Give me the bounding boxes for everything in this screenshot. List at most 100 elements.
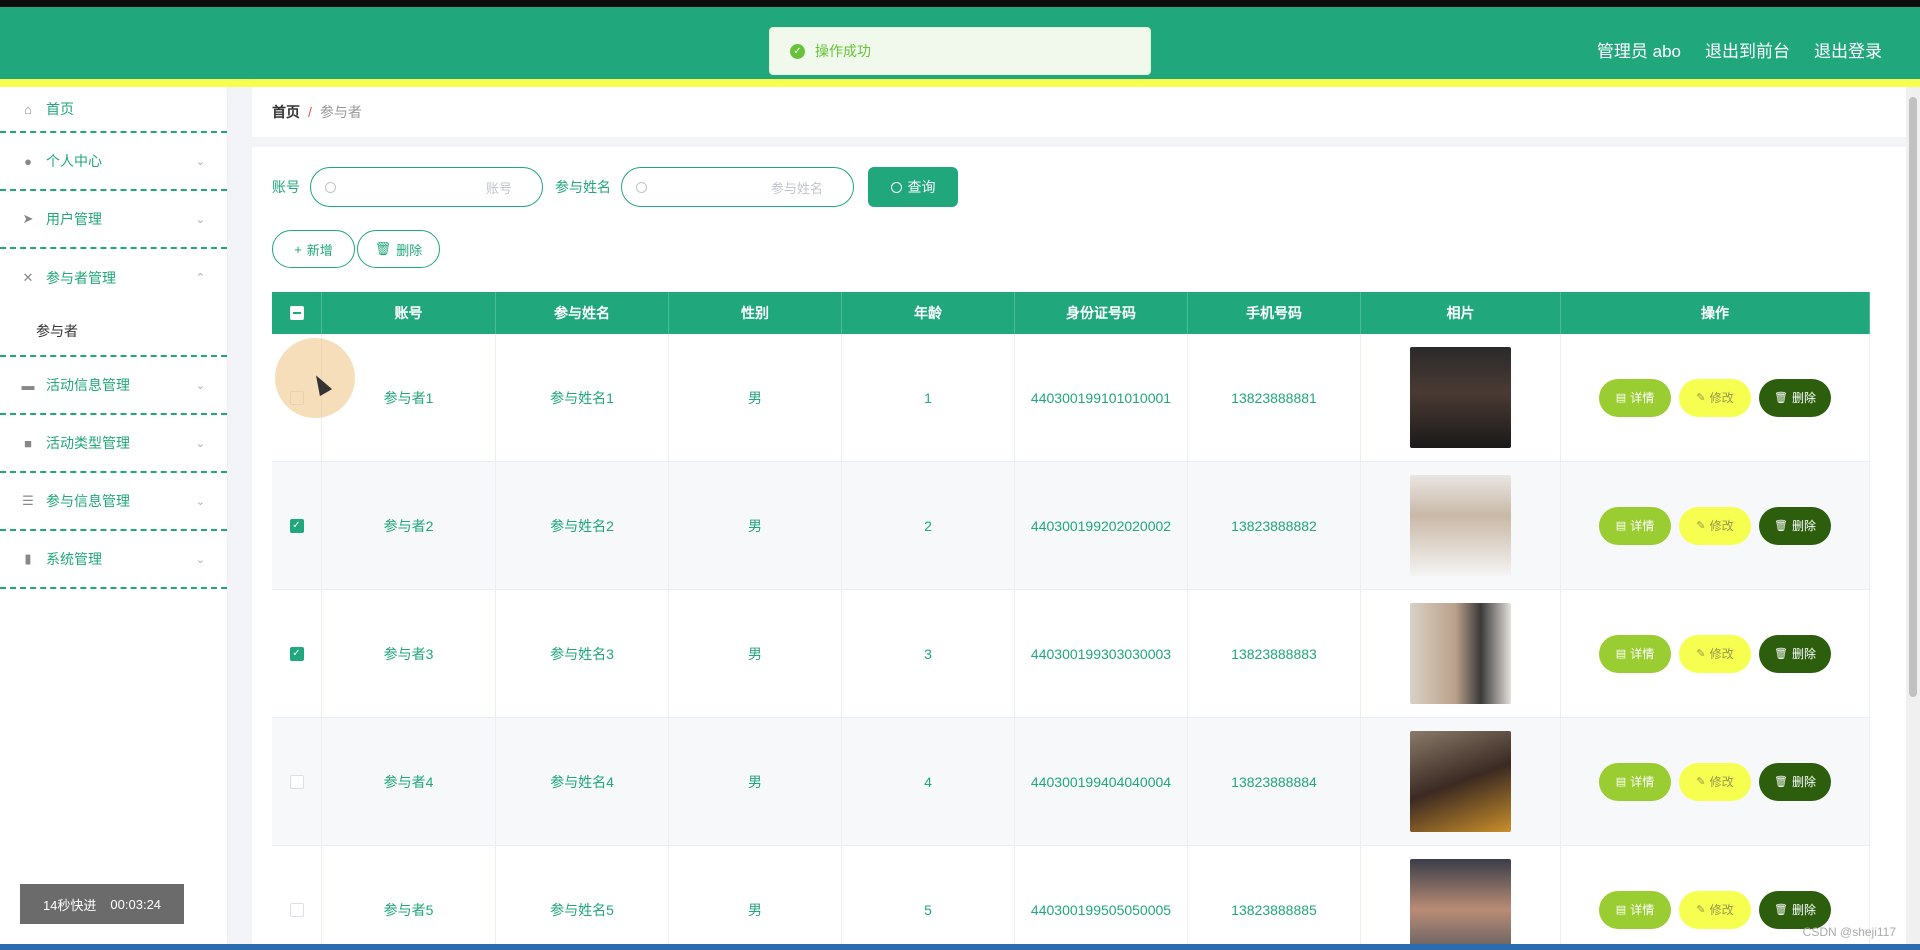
table-row: 参与者5 参与姓名5 男 5 440300199505050005 138238… <box>272 846 1870 950</box>
back-to-front-link[interactable]: 退出到前台 <box>1705 37 1790 62</box>
logout-link[interactable]: 退出登录 <box>1814 37 1882 62</box>
row-actions: ▤ 详情 ✎ 修改 🗑 删除 <box>1599 890 1831 929</box>
sidebar-subitem-label: 参与者 <box>36 323 78 339</box>
cell-gender: 男 <box>669 718 842 845</box>
fastforward-label: 14秒快进 <box>42 897 97 913</box>
row-checkbox[interactable]: ✓ <box>289 518 304 533</box>
video-time: 00:03:24 <box>110 896 162 912</box>
sidebar-item-home[interactable]: ⌂ 首页 <box>0 87 227 133</box>
participant-photo[interactable] <box>1410 475 1511 576</box>
participant-photo[interactable] <box>1410 731 1511 832</box>
cell-idcard: 440300199101010001 <box>1015 334 1188 461</box>
query-button-label: 查询 <box>907 179 936 195</box>
col-header-phone[interactable]: 手机号码 <box>1188 292 1361 334</box>
col-header-name[interactable]: 参与姓名 <box>496 292 669 334</box>
cell-gender: 男 <box>669 462 842 589</box>
watermark: CSDN @sheji117 <box>1802 925 1896 939</box>
participant-photo[interactable] <box>1410 347 1511 448</box>
sidebar-item-activity-type[interactable]: ■ 活动类型管理 ⌄ <box>0 415 227 473</box>
action-row: + 新增 🗑 删除 <box>272 230 440 268</box>
sidebar-subitem-participant[interactable]: 参与者 <box>0 307 227 357</box>
name-search-input[interactable]: 参与姓名 <box>621 167 854 207</box>
trash-icon: 🗑 <box>1774 776 1788 788</box>
detail-label: 详情 <box>1630 903 1655 917</box>
sidebar-item-participants[interactable]: ✕ 参与者管理 ⌃ <box>0 249 227 307</box>
chevron-down-icon: ⌄ <box>195 156 205 168</box>
search-icon <box>890 181 902 193</box>
participant-photo[interactable] <box>1410 859 1511 950</box>
batch-delete-button[interactable]: 🗑 删除 <box>357 230 440 268</box>
chart-icon: ▮ <box>24 551 32 566</box>
detail-button[interactable]: ▤ 详情 <box>1599 506 1671 545</box>
sidebar-item-personal[interactable]: ● 个人中心 ⌄ <box>0 133 227 191</box>
delete-button[interactable]: 🗑 删除 <box>1759 890 1831 929</box>
edit-button[interactable]: ✎ 修改 <box>1679 890 1751 929</box>
sidebar-item-users[interactable]: ➤ 用户管理 ⌄ <box>0 191 227 249</box>
document-icon: ▤ <box>1615 904 1627 916</box>
edit-button[interactable]: ✎ 修改 <box>1679 762 1751 801</box>
row-actions: ▤ 详情 ✎ 修改 🗑 删除 <box>1599 762 1831 801</box>
cell-name: 参与姓名5 <box>496 846 669 950</box>
plus-icon: + <box>294 241 302 257</box>
col-header-gender[interactable]: 性别 <box>669 292 842 334</box>
row-checkbox[interactable]: ✓ <box>289 646 304 661</box>
detail-label: 详情 <box>1630 647 1655 661</box>
table-row: ✓ 参与者3 参与姓名3 男 3 440300199303030003 1382… <box>272 590 1870 718</box>
detail-button[interactable]: ▤ 详情 <box>1599 890 1671 929</box>
edit-button[interactable]: ✎ 修改 <box>1679 634 1751 673</box>
sidebar-item-label: 系统管理 <box>46 551 102 567</box>
col-header-idcard[interactable]: 身份证号码 <box>1015 292 1188 334</box>
delete-button[interactable]: 🗑 删除 <box>1759 378 1831 417</box>
row-select-cell: ✓ <box>272 590 322 717</box>
row-checkbox[interactable] <box>289 902 304 917</box>
search-row: 账号 账号 参与姓名 参与姓名 查询 <box>272 167 958 207</box>
delete-button[interactable]: 🗑 删除 <box>1759 762 1831 801</box>
cell-gender: 男 <box>669 334 842 461</box>
scrollbar-thumb[interactable] <box>1909 97 1917 697</box>
delete-button[interactable]: 🗑 删除 <box>1759 506 1831 545</box>
breadcrumb-home[interactable]: 首页 <box>272 102 300 122</box>
detail-button[interactable]: ▤ 详情 <box>1599 378 1671 417</box>
edit-button[interactable]: ✎ 修改 <box>1679 378 1751 417</box>
success-check-icon: ✓ <box>790 43 805 59</box>
col-header-age[interactable]: 年龄 <box>842 292 1015 334</box>
account-search-input[interactable]: 账号 <box>310 167 543 207</box>
edit-label: 修改 <box>1709 391 1734 405</box>
table-row: ✓ 参与者2 参与姓名2 男 2 440300199202020002 1382… <box>272 462 1870 590</box>
edit-button[interactable]: ✎ 修改 <box>1679 506 1751 545</box>
main-content: 首页 / 参与者 账号 账号 参与姓名 参与姓名 查询 + 新增 🗑 删除 账号… <box>228 87 1920 950</box>
delete-button[interactable]: 🗑 删除 <box>1759 634 1831 673</box>
cell-account: 参与者2 <box>322 462 496 589</box>
participant-photo[interactable] <box>1410 603 1511 704</box>
list-panel: 账号 账号 参与姓名 参与姓名 查询 + 新增 🗑 删除 账号 参与姓名 性别 … <box>252 147 1909 950</box>
send-icon: ➤ <box>22 211 34 226</box>
page-scrollbar[interactable] <box>1906 87 1920 950</box>
trash-icon: 🗑 <box>1774 392 1788 404</box>
detail-button[interactable]: ▤ 详情 <box>1599 762 1671 801</box>
trash-icon: 🗑 <box>374 241 392 256</box>
list-icon: ☰ <box>22 493 34 508</box>
trash-icon: 🗑 <box>1774 904 1788 916</box>
detail-button[interactable]: ▤ 详情 <box>1599 634 1671 673</box>
col-header-account[interactable]: 账号 <box>322 292 496 334</box>
add-button[interactable]: + 新增 <box>272 230 355 268</box>
sidebar-item-participation-info[interactable]: ☰ 参与信息管理 ⌄ <box>0 473 227 531</box>
name-placeholder: 参与姓名 <box>770 180 823 196</box>
sidebar-item-label: 参与者管理 <box>46 270 116 286</box>
cell-actions: ▤ 详情 ✎ 修改 🗑 删除 <box>1561 718 1870 845</box>
toast-message: 操作成功 <box>815 43 871 59</box>
query-button[interactable]: 查询 <box>868 167 958 207</box>
sidebar-item-system[interactable]: ▮ 系统管理 ⌄ <box>0 531 227 589</box>
video-fastforward-badge: 14秒快进 00:03:24 <box>20 884 184 924</box>
cell-age: 5 <box>842 846 1015 950</box>
row-checkbox[interactable] <box>289 774 304 789</box>
cell-phone: 13823888884 <box>1188 718 1361 845</box>
cell-phone: 13823888885 <box>1188 846 1361 950</box>
detail-label: 详情 <box>1630 775 1655 789</box>
row-select-cell <box>272 718 322 845</box>
select-all-checkbox[interactable] <box>289 306 304 320</box>
cell-account: 参与者4 <box>322 718 496 845</box>
row-actions: ▤ 详情 ✎ 修改 🗑 删除 <box>1599 634 1831 673</box>
sidebar-item-activity-info[interactable]: ▬ 活动信息管理 ⌄ <box>0 357 227 415</box>
cell-name: 参与姓名3 <box>496 590 669 717</box>
